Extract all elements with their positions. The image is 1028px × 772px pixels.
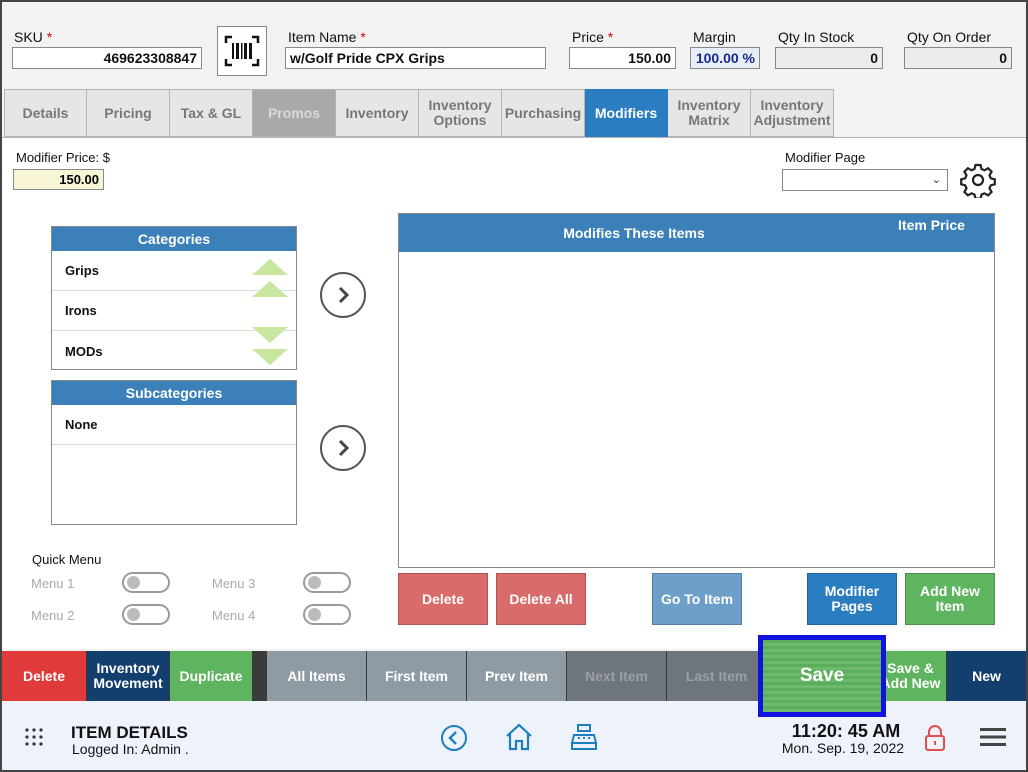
quick-menu-label: Menu 2: [31, 608, 75, 623]
tab-inventory-options[interactable]: Inventory Options: [419, 89, 502, 137]
margin-label: Margin: [693, 29, 736, 45]
save-button[interactable]: Save: [758, 635, 886, 717]
delete-modifier-button[interactable]: Delete: [398, 573, 488, 625]
qty-in-stock-field: 0: [775, 47, 883, 69]
qty-on-order-field: 0: [904, 47, 1012, 69]
tab-tax-gl[interactable]: Tax & GL: [170, 89, 253, 137]
move-subcategory-button[interactable]: [320, 425, 366, 471]
lock-icon[interactable]: [924, 724, 946, 757]
subcategories-header: Subcategories: [52, 381, 296, 405]
go-to-item-button[interactable]: Go To Item: [652, 573, 742, 625]
quick-menu-2-toggle[interactable]: [122, 604, 170, 625]
inventory-movement-button[interactable]: Inventory Movement: [87, 651, 169, 701]
column-modifies-these-items: Modifies These Items: [563, 225, 705, 241]
tab-details[interactable]: Details: [4, 89, 87, 137]
modifier-price-label: Modifier Price: $: [16, 150, 110, 165]
sku-label: SKU *: [14, 29, 53, 45]
qty-in-stock-label: Qty In Stock: [778, 29, 855, 45]
barcode-scan-button[interactable]: [217, 26, 267, 76]
modifies-items-grid[interactable]: Modifies These Items Item Price: [398, 213, 995, 568]
sku-field[interactable]: 469623308847: [12, 47, 202, 69]
list-item[interactable]: None: [52, 405, 296, 445]
last-item-button: Last Item: [667, 651, 766, 701]
barcode-icon: [224, 35, 260, 67]
item-name-field[interactable]: w/Golf Pride CPX Grips: [285, 47, 546, 69]
column-item-price: Item Price: [898, 217, 965, 233]
clock-date: Mon. Sep. 19, 2022: [781, 740, 905, 756]
all-items-button[interactable]: All Items: [267, 651, 366, 701]
move-category-button[interactable]: [320, 272, 366, 318]
back-icon[interactable]: [440, 724, 468, 757]
delete-item-button[interactable]: Delete: [2, 651, 86, 701]
chevron-right-icon: [338, 439, 350, 457]
quick-menu-1-toggle[interactable]: [122, 572, 170, 593]
categories-panel: Categories Grips Irons MODs: [51, 226, 297, 370]
prev-item-button[interactable]: Prev Item: [467, 651, 566, 701]
tab-inventory[interactable]: Inventory: [336, 89, 419, 137]
grid-menu-icon[interactable]: [24, 727, 44, 752]
modifier-price-input[interactable]: 150.00: [13, 169, 104, 190]
next-item-button: Next Item: [567, 651, 666, 701]
hamburger-menu-icon[interactable]: [980, 727, 1006, 752]
tab-modifiers[interactable]: Modifiers: [585, 89, 668, 137]
quick-menu-title: Quick Menu: [32, 552, 102, 567]
quick-menu-4-toggle[interactable]: [303, 604, 351, 625]
scroll-down-icon[interactable]: [252, 327, 288, 365]
app-window: SKU * 469623308847 Item Name * w/Golf Pr…: [0, 0, 1028, 772]
subcategories-panel: Subcategories None: [51, 380, 297, 525]
quick-menu-label: Menu 4: [212, 608, 256, 623]
page-title: ITEM DETAILS: [71, 723, 188, 742]
new-button[interactable]: New: [947, 651, 1026, 701]
scroll-arrows: [252, 259, 288, 374]
quick-menu-3-toggle[interactable]: [303, 572, 351, 593]
margin-field: 100.00 %: [690, 47, 760, 69]
tab-promos: Promos: [253, 89, 336, 137]
first-item-button[interactable]: First Item: [367, 651, 466, 701]
item-name-label: Item Name *: [288, 29, 366, 45]
home-icon[interactable]: [504, 722, 534, 757]
scroll-up-icon[interactable]: [252, 259, 288, 297]
delete-all-button[interactable]: Delete All: [496, 573, 586, 625]
add-new-item-button[interactable]: Add New Item: [905, 573, 995, 625]
price-field[interactable]: 150.00: [569, 47, 676, 69]
tab-inventory-matrix[interactable]: Inventory Matrix: [668, 89, 751, 137]
grid-header: Modifies These Items Item Price: [399, 214, 994, 252]
quick-menu-label: Menu 3: [212, 576, 256, 591]
price-label: Price *: [572, 29, 614, 45]
chevron-right-icon: [338, 286, 350, 304]
modifier-pages-button[interactable]: Modifier Pages: [807, 573, 897, 625]
item-header: SKU * 469623308847 Item Name * w/Golf Pr…: [2, 2, 1026, 90]
duplicate-button[interactable]: Duplicate: [170, 651, 252, 701]
quick-menu-label: Menu 1: [31, 576, 75, 591]
modifier-page-label: Modifier Page: [785, 150, 866, 165]
tab-inventory-adjustment[interactable]: Inventory Adjustment: [751, 89, 834, 137]
chevron-down-icon: ⌄: [931, 174, 941, 186]
modifiers-panel: Modifier Price: $ 150.00 Modifier Page ⌄…: [2, 137, 1026, 649]
cash-register-icon[interactable]: [570, 723, 598, 756]
categories-header: Categories: [52, 227, 296, 251]
modifier-page-select[interactable]: ⌄: [782, 169, 948, 191]
tab-pricing[interactable]: Pricing: [87, 89, 170, 137]
tab-bar: Details Pricing Tax & GL Promos Inventor…: [4, 89, 834, 137]
save-button-label: Save: [799, 665, 845, 686]
logged-in-text: Logged In: Admin .: [72, 741, 189, 757]
tab-purchasing[interactable]: Purchasing: [502, 89, 585, 137]
clock-time: 11:20: 45 AM: [791, 721, 901, 741]
gear-icon[interactable]: [960, 162, 996, 200]
qty-on-order-label: Qty On Order: [907, 29, 992, 45]
